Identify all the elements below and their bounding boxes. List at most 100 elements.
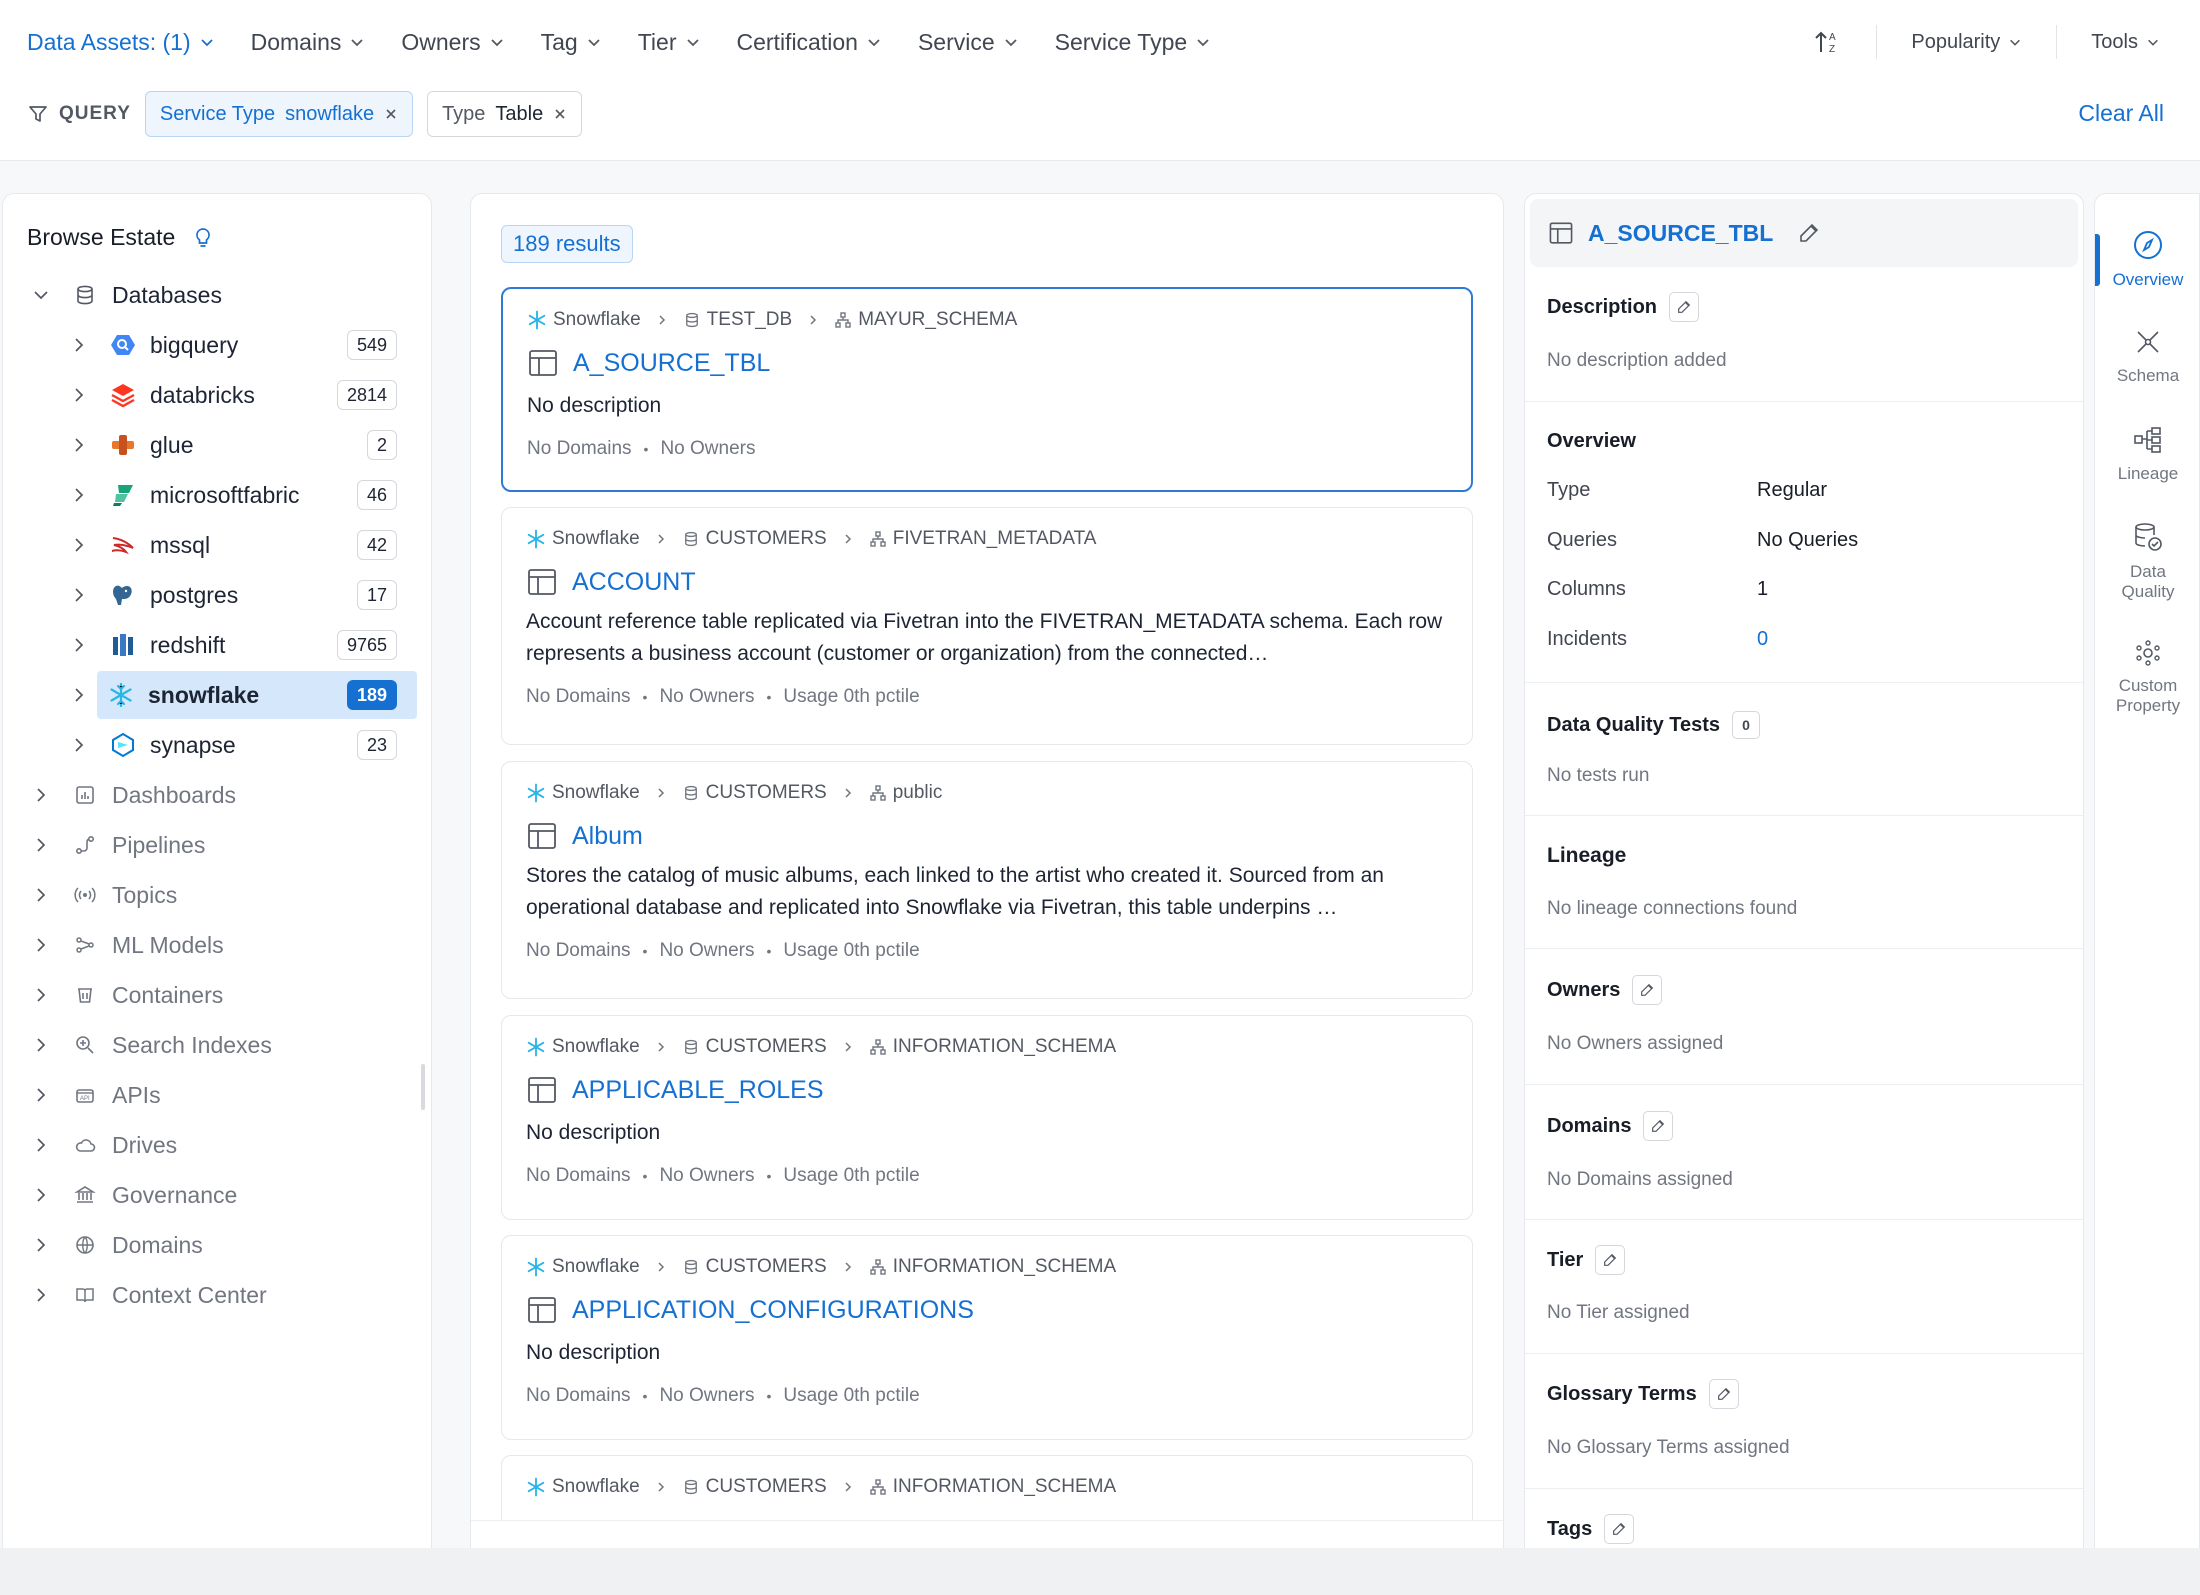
breadcrumb-database[interactable]: CUSTOMERS xyxy=(682,1476,827,1498)
chevron-right-icon[interactable] xyxy=(31,1185,51,1205)
chevron-right-icon[interactable] xyxy=(31,835,51,855)
chevron-right-icon[interactable] xyxy=(31,1135,51,1155)
tree-item-redshift[interactable]: redshift 9765 xyxy=(69,621,397,669)
chevron-right-icon[interactable] xyxy=(31,1085,51,1105)
data-assets-dropdown[interactable]: Data Assets: (1) xyxy=(27,29,215,56)
breadcrumb-database[interactable]: CUSTOMERS xyxy=(682,782,827,804)
edit-domains-button[interactable] xyxy=(1643,1111,1674,1141)
result-card-application-configurations[interactable]: Snowflake CUSTOMERS INFORMATION_SCHEMA A… xyxy=(501,1235,1473,1440)
result-title[interactable]: A_SOURCE_TBL xyxy=(527,347,770,379)
breadcrumb-service[interactable]: Snowflake xyxy=(526,782,640,804)
chevron-right-icon[interactable] xyxy=(31,935,51,955)
result-card-applicable-roles[interactable]: Snowflake CUSTOMERS INFORMATION_SCHEMA A… xyxy=(501,1015,1473,1220)
query-chip-service-type[interactable]: Service Type snowflake xyxy=(144,91,414,137)
breadcrumb-schema[interactable]: INFORMATION_SCHEMA xyxy=(869,1036,1116,1058)
summary-title[interactable]: A_SOURCE_TBL xyxy=(1588,220,1773,247)
breadcrumb-service[interactable]: Snowflake xyxy=(527,309,641,331)
result-title-text[interactable]: APPLICATION_CONFIGURATIONS xyxy=(572,1296,974,1325)
tree-item-postgres[interactable]: postgres 17 xyxy=(69,571,397,619)
result-title[interactable]: ACCOUNT xyxy=(526,566,696,598)
edit-tier-button[interactable] xyxy=(1595,1245,1626,1275)
tree-item-databases[interactable]: Databases xyxy=(31,271,222,319)
tab-schema[interactable]: Schema xyxy=(2095,326,2200,386)
tab-custom-property[interactable]: Custom Property xyxy=(2095,638,2200,716)
tree-item-apis[interactable]: API APIs xyxy=(31,1071,161,1119)
chevron-right-icon[interactable] xyxy=(69,635,89,655)
breadcrumb-schema[interactable]: INFORMATION_SCHEMA xyxy=(869,1256,1116,1278)
sort-ascending-icon[interactable]: AZ xyxy=(1812,27,1842,57)
close-icon[interactable] xyxy=(384,107,398,121)
breadcrumb-schema[interactable]: public xyxy=(869,782,942,804)
chevron-right-icon[interactable] xyxy=(31,1035,51,1055)
tree-item-search-indexes[interactable]: Search Indexes xyxy=(31,1021,272,1069)
breadcrumb-service[interactable]: Snowflake xyxy=(526,1476,640,1498)
result-title[interactable]: Album xyxy=(526,820,643,852)
chevron-right-icon[interactable] xyxy=(69,535,89,555)
chevron-right-icon[interactable] xyxy=(69,585,89,605)
edit-owners-button[interactable] xyxy=(1632,975,1663,1005)
service-dropdown[interactable]: Service xyxy=(918,29,1019,56)
tab-data-quality[interactable]: Data Quality xyxy=(2095,520,2200,602)
result-title[interactable]: APPLICATION_CONFIGURATIONS xyxy=(526,1294,974,1326)
tree-item-governance[interactable]: Governance xyxy=(31,1171,237,1219)
result-title-text[interactable]: A_SOURCE_TBL xyxy=(573,349,770,378)
chevron-right-icon[interactable] xyxy=(69,485,89,505)
result-title-text[interactable]: Album xyxy=(572,822,643,851)
owners-dropdown[interactable]: Owners xyxy=(401,29,504,56)
tab-overview[interactable]: Overview xyxy=(2095,228,2200,290)
tree-item-microsoftfabric[interactable]: microsoftfabric 46 xyxy=(69,471,397,519)
query-chip-type[interactable]: Type Table xyxy=(427,91,583,137)
chevron-right-icon[interactable] xyxy=(31,785,51,805)
edit-tags-button[interactable] xyxy=(1604,1514,1635,1544)
result-title[interactable]: APPLICABLE_ROLES xyxy=(526,1074,824,1106)
tier-dropdown[interactable]: Tier xyxy=(638,29,701,56)
tree-item-bigquery[interactable]: bigquery 549 xyxy=(69,321,397,369)
edit-icon[interactable] xyxy=(1797,221,1821,245)
breadcrumb-database[interactable]: TEST_DB xyxy=(683,309,792,331)
tree-item-mssql[interactable]: mssql 42 xyxy=(69,521,397,569)
chevron-right-icon[interactable] xyxy=(69,735,89,755)
tree-item-pipelines[interactable]: Pipelines xyxy=(31,821,205,869)
incidents-link[interactable]: 0 xyxy=(1757,628,1768,651)
tree-item-context-center[interactable]: Context Center xyxy=(31,1271,267,1319)
result-title-text[interactable]: ACCOUNT xyxy=(572,568,696,597)
domains-dropdown[interactable]: Domains xyxy=(251,29,366,56)
chevron-right-icon[interactable] xyxy=(69,435,89,455)
tab-lineage[interactable]: Lineage xyxy=(2095,424,2200,484)
edit-glossary-button[interactable] xyxy=(1708,1379,1739,1409)
breadcrumb-schema[interactable]: MAYUR_SCHEMA xyxy=(834,309,1017,331)
scrollbar-thumb[interactable] xyxy=(421,1064,425,1110)
chevron-right-icon[interactable] xyxy=(69,335,89,355)
service-type-dropdown[interactable]: Service Type xyxy=(1055,29,1212,56)
breadcrumb-service[interactable]: Snowflake xyxy=(526,528,640,550)
result-card-album[interactable]: Snowflake CUSTOMERS public Album Stores … xyxy=(501,761,1473,999)
tree-item-drives[interactable]: Drives xyxy=(31,1121,177,1169)
chevron-right-icon[interactable] xyxy=(31,1235,51,1255)
tree-item-glue[interactable]: glue 2 xyxy=(69,421,397,469)
breadcrumb-service[interactable]: Snowflake xyxy=(526,1256,640,1278)
tree-item-databricks[interactable]: databricks 2814 xyxy=(69,371,397,419)
breadcrumb-schema[interactable]: FIVETRAN_METADATA xyxy=(869,528,1096,550)
result-card-a-source-tbl[interactable]: Snowflake TEST_DB MAYUR_SCHEMA A_SOURCE_… xyxy=(501,287,1473,492)
clear-all-button[interactable]: Clear All xyxy=(2078,100,2164,127)
chevron-right-icon[interactable] xyxy=(69,685,89,705)
breadcrumb-database[interactable]: CUSTOMERS xyxy=(682,528,827,550)
tree-item-synapse[interactable]: synapse 23 xyxy=(69,721,397,769)
close-icon[interactable] xyxy=(553,107,567,121)
popularity-sort-dropdown[interactable]: Popularity xyxy=(1911,31,2022,54)
tree-item-containers[interactable]: Containers xyxy=(31,971,223,1019)
tree-item-snowflake[interactable]: snowflake 189 xyxy=(97,671,417,719)
lightbulb-icon[interactable] xyxy=(191,226,215,250)
edit-description-button[interactable] xyxy=(1669,292,1700,322)
tag-dropdown[interactable]: Tag xyxy=(541,29,602,56)
chevron-right-icon[interactable] xyxy=(31,1285,51,1305)
tree-item-topics[interactable]: Topics xyxy=(31,871,177,919)
result-title-text[interactable]: APPLICABLE_ROLES xyxy=(572,1076,824,1105)
tree-item-ml-models[interactable]: ML Models xyxy=(31,921,224,969)
certification-dropdown[interactable]: Certification xyxy=(737,29,882,56)
breadcrumb-database[interactable]: CUSTOMERS xyxy=(682,1256,827,1278)
result-card-account[interactable]: Snowflake CUSTOMERS FIVETRAN_METADATA AC… xyxy=(501,507,1473,745)
tools-dropdown[interactable]: Tools xyxy=(2091,31,2160,54)
chevron-right-icon[interactable] xyxy=(69,385,89,405)
chevron-right-icon[interactable] xyxy=(31,985,51,1005)
